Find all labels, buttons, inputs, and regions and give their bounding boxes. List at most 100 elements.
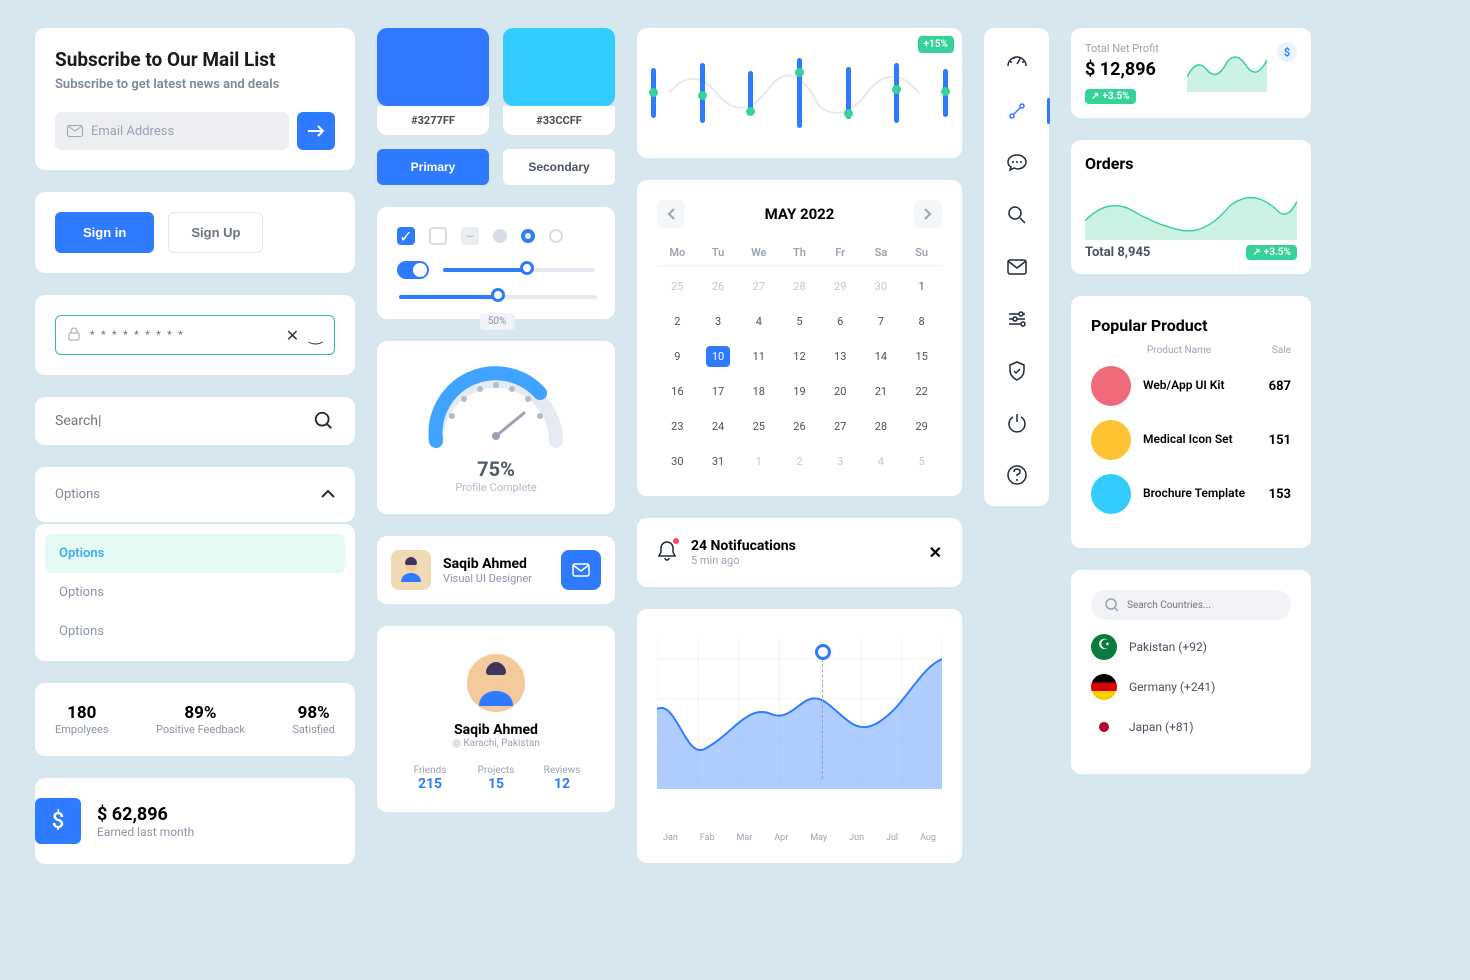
nav-security[interactable] (1006, 360, 1028, 382)
cal-day[interactable]: 30 (861, 272, 902, 301)
password-input[interactable]: * * * * * * * * * ✕ ‿ (55, 315, 335, 355)
email-input[interactable]: Email Address (55, 112, 289, 150)
country-name: Pakistan (+92) (1129, 640, 1207, 654)
cal-next-button[interactable] (914, 200, 942, 228)
checkbox-unchecked[interactable] (429, 227, 447, 245)
nav-power[interactable] (1006, 412, 1028, 434)
product-item[interactable]: Medical Icon Set 151 (1091, 420, 1291, 460)
cal-day[interactable]: 19 (779, 377, 820, 406)
cal-day[interactable]: 3 (820, 447, 861, 476)
cal-day[interactable]: 28 (779, 272, 820, 301)
cal-day[interactable]: 2 (657, 307, 698, 336)
swatch-label: #3277FF (377, 106, 489, 135)
country-item[interactable]: Japan (+81) (1091, 714, 1291, 740)
cal-day[interactable]: 13 (820, 342, 861, 371)
mail-button[interactable] (561, 550, 601, 590)
nav-help[interactable] (1006, 464, 1028, 486)
primary-button[interactable]: Primary (377, 149, 489, 185)
cal-day[interactable]: 27 (738, 272, 779, 301)
nav-settings[interactable] (1006, 308, 1028, 330)
cal-day[interactable]: 4 (738, 307, 779, 336)
option-item[interactable]: Options (45, 612, 345, 651)
cal-day[interactable]: 12 (779, 342, 820, 371)
signin-button[interactable]: Sign in (55, 212, 154, 253)
country-item[interactable]: Pakistan (+92) (1091, 634, 1291, 660)
email-placeholder: Email Address (91, 124, 174, 139)
country-search-input[interactable] (1127, 600, 1260, 611)
secondary-button[interactable]: Secondary (503, 149, 615, 185)
search-icon[interactable] (313, 410, 335, 432)
nav-dashboard[interactable] (1006, 48, 1028, 70)
dollar-icon: $ (35, 798, 81, 844)
nav-search[interactable] (1006, 204, 1028, 226)
submit-arrow-button[interactable] (297, 112, 335, 150)
eye-icon[interactable]: ‿ (309, 326, 322, 345)
cal-day[interactable]: 26 (698, 272, 739, 301)
close-icon[interactable]: ✕ (929, 543, 942, 562)
product-item[interactable]: Web/App UI Kit 687 (1091, 366, 1291, 406)
cal-day[interactable]: 16 (657, 377, 698, 406)
cal-day[interactable]: 31 (698, 447, 739, 476)
cal-day[interactable]: 25 (738, 412, 779, 441)
cal-day[interactable]: 4 (861, 447, 902, 476)
cal-day[interactable]: 2 (779, 447, 820, 476)
cal-day[interactable]: 14 (861, 342, 902, 371)
cal-day[interactable]: 29 (820, 272, 861, 301)
cal-day[interactable]: 17 (698, 377, 739, 406)
cal-day[interactable]: 6 (820, 307, 861, 336)
nav-analytics[interactable] (1006, 100, 1028, 122)
month-label: Jan (663, 833, 678, 843)
earned-amount: $ 62,896 (97, 804, 194, 825)
signup-button[interactable]: Sign Up (168, 212, 263, 253)
country-item[interactable]: Germany (+241) (1091, 674, 1291, 700)
option-item[interactable]: Options (45, 534, 345, 573)
cal-day[interactable]: 27 (820, 412, 861, 441)
slider-2[interactable] (399, 295, 597, 299)
color-swatch-blue[interactable] (377, 28, 489, 106)
color-swatch-cyan[interactable] (503, 28, 615, 106)
checkbox-indeterminate[interactable]: − (461, 227, 479, 245)
radio-on[interactable] (521, 229, 535, 243)
country-search[interactable] (1091, 590, 1291, 620)
cal-day[interactable]: 5 (779, 307, 820, 336)
cal-day[interactable]: 7 (861, 307, 902, 336)
checkbox-checked[interactable]: ✓ (397, 227, 415, 245)
cal-prev-button[interactable] (657, 200, 685, 228)
cal-day[interactable]: 1 (901, 272, 942, 301)
cal-day[interactable]: 24 (698, 412, 739, 441)
lock-icon (68, 326, 80, 345)
cal-day[interactable]: 10 (698, 342, 739, 371)
cal-day[interactable]: 5 (901, 447, 942, 476)
cal-day[interactable]: 3 (698, 307, 739, 336)
radio-empty[interactable] (549, 229, 563, 243)
gauge-meter (416, 361, 576, 447)
options-select[interactable]: Options (35, 467, 355, 522)
cal-day[interactable]: 28 (861, 412, 902, 441)
cal-day[interactable]: 25 (657, 272, 698, 301)
cal-day[interactable]: 21 (861, 377, 902, 406)
pop-title: Popular Product (1091, 316, 1291, 335)
cal-day[interactable]: 8 (901, 307, 942, 336)
toggle-on[interactable] (397, 261, 429, 279)
avatar (391, 550, 431, 590)
slider-1[interactable] (443, 268, 595, 272)
clear-icon[interactable]: ✕ (286, 326, 299, 345)
cal-day[interactable]: 15 (901, 342, 942, 371)
cal-day[interactable]: 26 (779, 412, 820, 441)
cal-day[interactable]: 29 (901, 412, 942, 441)
cal-day[interactable]: 1 (738, 447, 779, 476)
product-item[interactable]: Brochure Template 153 (1091, 474, 1291, 514)
cal-day[interactable]: 11 (738, 342, 779, 371)
cal-day[interactable]: 30 (657, 447, 698, 476)
nav-chat[interactable] (1006, 152, 1028, 174)
cal-day[interactable]: 9 (657, 342, 698, 371)
search-input[interactable] (55, 413, 313, 429)
radio-off[interactable] (493, 229, 507, 243)
option-item[interactable]: Options (45, 573, 345, 612)
cal-day[interactable]: 23 (657, 412, 698, 441)
cal-day[interactable]: 18 (738, 377, 779, 406)
nav-mail[interactable] (1006, 256, 1028, 278)
cal-day[interactable]: 22 (901, 377, 942, 406)
cal-day[interactable]: 20 (820, 377, 861, 406)
password-card: * * * * * * * * * ✕ ‿ (35, 295, 355, 375)
